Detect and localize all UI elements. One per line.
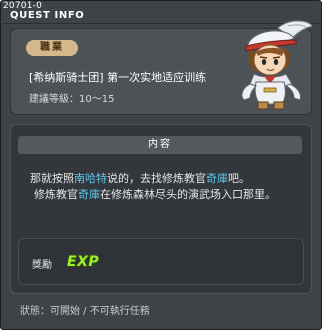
- job-tag: 職業: [26, 40, 78, 56]
- window-title[interactable]: QUEST INFO: [10, 10, 84, 21]
- content-text: 在修炼森林尽头的演武场入口那里。: [100, 188, 276, 201]
- quest-status: 狀態：可開始 / 不可執行任務: [20, 306, 150, 317]
- npc-name-link: 奇庫: [78, 188, 100, 201]
- content-header-label: 内容: [148, 139, 172, 150]
- exp-reward-icon: EXP: [67, 254, 100, 270]
- content-text: 说的，去找修炼教官: [107, 172, 206, 185]
- npc-name-link: 南哈特: [74, 172, 107, 185]
- content-line-2: 修炼教官奇庫在修炼森林尽头的演武场入口那里。: [34, 186, 276, 202]
- content-header: 内容: [18, 136, 302, 154]
- reward-label: 獎勵: [32, 260, 52, 271]
- content-line-1: 那就按照南哈特说的，去找修炼教官奇庫吧。: [30, 170, 250, 186]
- reward-box: [18, 238, 304, 285]
- quest-name: [希纳斯骑士团] 第一次实地适应训练: [29, 71, 207, 84]
- npc-name-link: 奇庫: [206, 172, 228, 185]
- knight-npc-icon: [241, 20, 313, 110]
- content-text: 修炼教官: [34, 188, 78, 201]
- recommended-level: 建議等級：10～15: [29, 94, 115, 105]
- content-text: 吧。: [228, 172, 250, 185]
- content-text: 那就按照: [30, 172, 74, 185]
